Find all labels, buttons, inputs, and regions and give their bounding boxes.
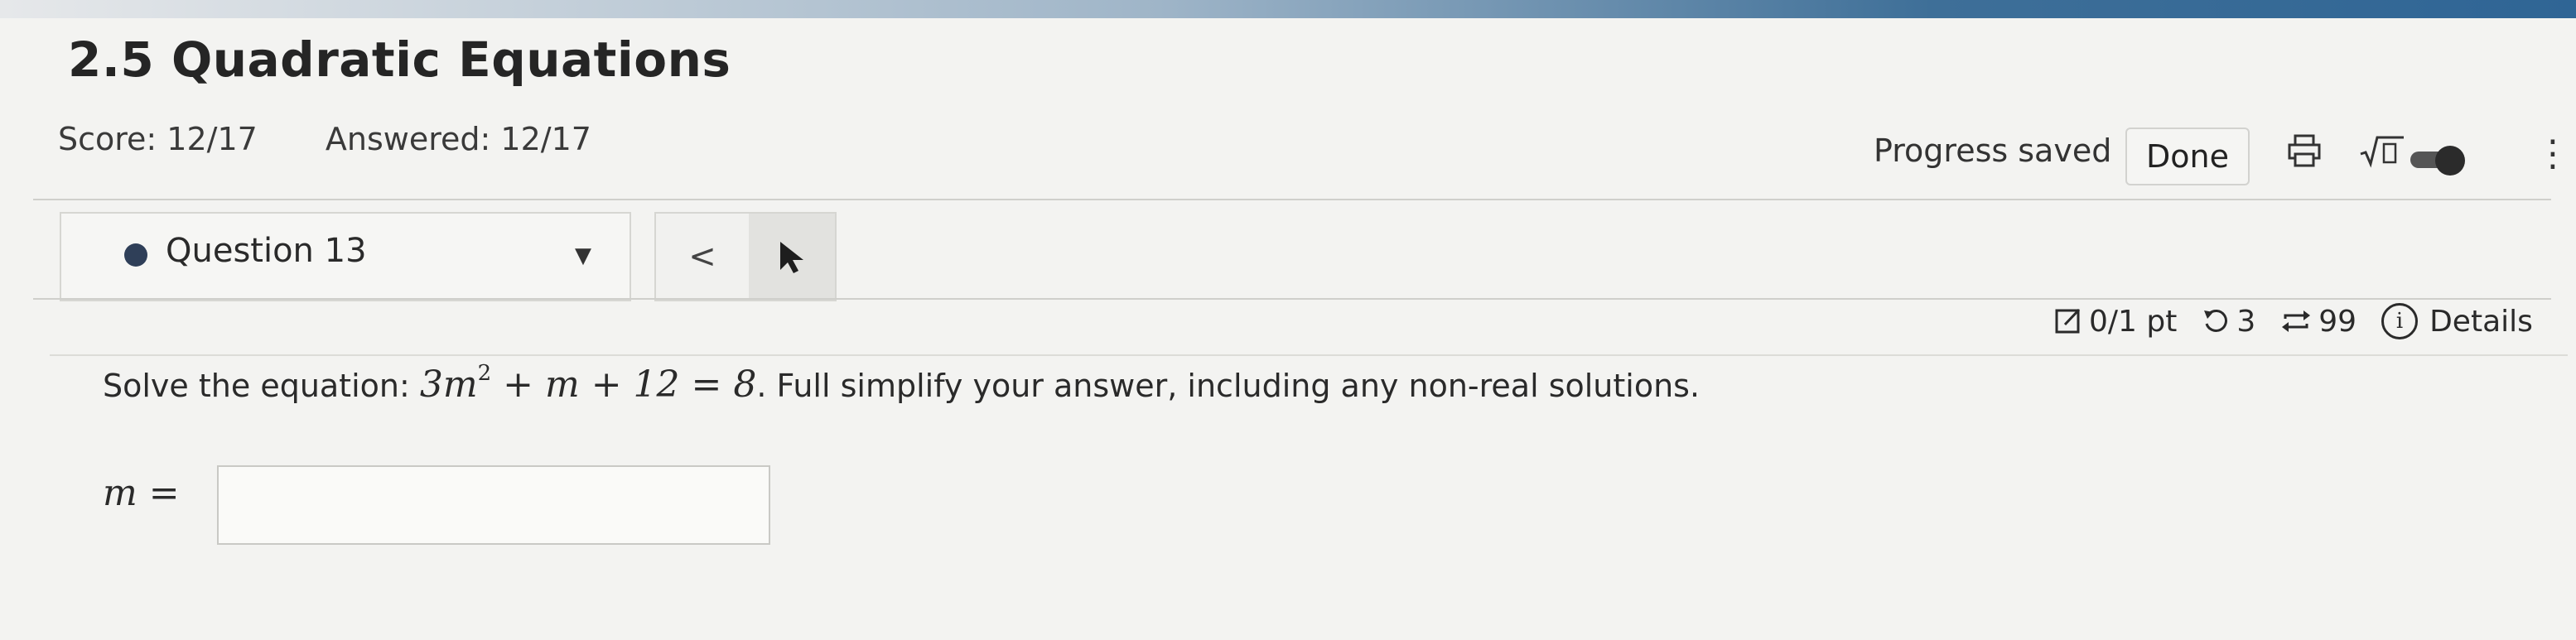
equation-exponent: 2 — [477, 361, 492, 386]
points-text: 0/1 pt — [2089, 304, 2178, 339]
repeat-icon — [2282, 310, 2311, 332]
done-button[interactable]: Done — [2125, 128, 2250, 185]
prompt-suffix: . Full simplify your answer, including a… — [756, 368, 1700, 404]
attempts-text: 99 — [2318, 304, 2357, 339]
score-bar: Score: 12/17 Answered: 12/17 — [58, 121, 649, 157]
equation-part-1: 3m — [419, 363, 478, 406]
equation: 3m2 + m + 12 = 8 — [419, 361, 757, 406]
answer-input[interactable] — [217, 465, 770, 545]
details-text: Details — [2429, 304, 2533, 339]
points-item: 0/1 pt — [2054, 305, 2177, 339]
math-toggle-knob[interactable] — [2435, 146, 2465, 176]
info-icon: i — [2381, 303, 2419, 339]
meta-divider — [50, 354, 2568, 356]
browser-top-strip — [0, 0, 2576, 18]
question-meta: 0/1 pt 3 99 i Details — [2054, 298, 2558, 344]
prompt-prefix: Solve the equation: — [103, 368, 410, 404]
print-icon[interactable] — [2286, 132, 2323, 177]
checkbox-icon — [2055, 308, 2081, 334]
question-prompt: Solve the equation: 3m2 + m + 12 = 8. Fu… — [103, 361, 1700, 406]
retries-text: 3 — [2236, 304, 2256, 339]
retry-icon — [2204, 310, 2228, 332]
cursor-arrow-icon — [780, 242, 803, 273]
caret-down-icon: ▼ — [575, 243, 591, 268]
question-nav: < — [654, 212, 837, 301]
previous-question-button[interactable]: < — [656, 214, 750, 300]
score-text: Score: 12/17 — [58, 121, 258, 157]
equation-part-2: + m + 12 = 8 — [491, 363, 757, 406]
details-link[interactable]: i Details — [2381, 303, 2533, 339]
question-selector[interactable]: Question 13 ▼ — [60, 212, 631, 301]
kebab-menu-icon[interactable]: ⋮ — [2535, 136, 2571, 172]
page-title: 2.5 Quadratic Equations — [68, 31, 731, 88]
next-question-button[interactable] — [749, 214, 835, 300]
answered-text: Answered: 12/17 — [325, 121, 591, 157]
progress-saved-text: Progress saved — [1874, 132, 2112, 169]
question-label: Question 13 — [166, 232, 367, 270]
answer-label: m = — [103, 472, 180, 514]
attempts-item: 99 — [2280, 305, 2357, 339]
sqrt-icon[interactable] — [2359, 132, 2405, 177]
header-divider — [33, 199, 2551, 200]
retries-item: 3 — [2202, 305, 2255, 339]
question-status-dot — [124, 243, 147, 267]
